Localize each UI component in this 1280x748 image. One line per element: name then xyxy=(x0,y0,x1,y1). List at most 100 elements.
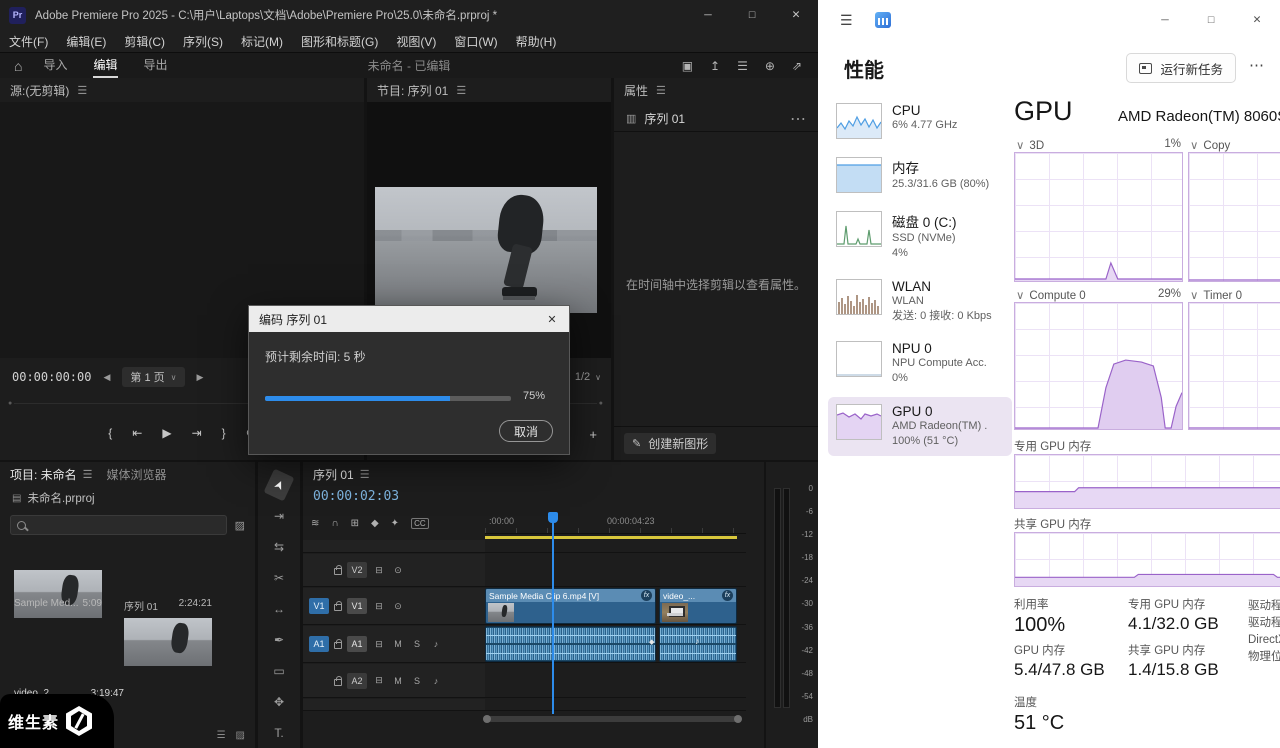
panel-menu-icon[interactable]: ☰ xyxy=(83,468,93,481)
sidebar-item-cpu[interactable]: CPU6% 4.77 GHz xyxy=(828,96,1012,146)
menu-graphics[interactable]: 图形和标题(G) xyxy=(292,33,387,50)
timeline-horizontal-scrollbar[interactable] xyxy=(485,716,740,722)
project-item-label[interactable]: 序列 01 2:24:21 xyxy=(124,598,212,613)
track-a1-content[interactable]: ◆ ♪ xyxy=(485,626,746,663)
playhead[interactable] xyxy=(552,512,554,714)
hamburger-icon[interactable]: ☰ xyxy=(840,12,853,29)
workspaces-icon[interactable]: ▣ xyxy=(682,59,693,73)
project-item-thumbnail[interactable] xyxy=(14,570,102,618)
quick-export-icon[interactable]: ⊕ xyxy=(765,59,775,73)
properties-panel-title[interactable]: 属性 xyxy=(624,82,648,99)
timeline-ruler[interactable]: :00:00 00:00:04:23 xyxy=(485,512,746,534)
minimize-icon[interactable]: ─ xyxy=(686,0,730,30)
panel-menu-icon[interactable]: ☰ xyxy=(77,84,87,97)
sync-lock-icon[interactable]: ⊟ xyxy=(372,599,386,613)
lock-icon[interactable] xyxy=(334,679,342,686)
timeline-tab[interactable]: 序列 01 xyxy=(313,466,354,483)
step-back-icon[interactable]: ⇤ xyxy=(132,426,142,440)
pen-tool[interactable]: ✒ xyxy=(266,629,292,651)
panel-menu-icon[interactable]: ☰ xyxy=(656,84,666,97)
timeline-clip-video-1[interactable]: Sample Media Clip 6.mp4 [V] fx xyxy=(485,588,656,624)
menu-file[interactable]: 文件(F) xyxy=(0,33,57,50)
tab-edit[interactable]: 编辑 xyxy=(93,53,117,78)
track-a2-label[interactable]: A2 xyxy=(347,673,367,689)
source-patch-a1[interactable]: A1 xyxy=(309,636,329,652)
menu-view[interactable]: 视图(V) xyxy=(387,33,445,50)
next-page-icon[interactable]: ▶ xyxy=(197,372,204,383)
project-item-label[interactable]: Sample Med... 5:09 xyxy=(14,598,102,609)
stack-icon[interactable]: ☰ xyxy=(737,59,748,73)
share-icon[interactable]: ↥ xyxy=(710,59,720,73)
home-icon[interactable]: ⌂ xyxy=(14,58,22,74)
more-icon[interactable]: ⋯ xyxy=(1249,56,1264,74)
menu-edit[interactable]: 编辑(E) xyxy=(57,33,115,50)
sidebar-item-memory[interactable]: 内存25.3/31.6 GB (80%) xyxy=(828,150,1012,200)
source-patch-v1[interactable]: V1 xyxy=(309,598,329,614)
lock-icon[interactable] xyxy=(334,642,342,649)
maximize-icon[interactable]: □ xyxy=(1188,0,1234,40)
sync-lock-icon[interactable]: ⊟ xyxy=(372,637,386,651)
tab-export[interactable]: 导出 xyxy=(144,53,168,78)
sequence-settings-icon[interactable]: ≋ xyxy=(311,518,319,529)
minimize-icon[interactable]: ─ xyxy=(1142,0,1188,40)
eye-icon[interactable]: ⊙ xyxy=(391,563,405,577)
menu-markers[interactable]: 标记(M) xyxy=(232,33,292,50)
track-v2-label[interactable]: V2 xyxy=(347,562,367,578)
chevron-down-icon[interactable]: ∨ xyxy=(1016,140,1024,152)
timeline-clip-video-2[interactable]: video_... fx xyxy=(659,588,737,624)
track-a2-content[interactable] xyxy=(485,664,746,698)
mute-button[interactable]: M xyxy=(391,637,405,651)
linked-selection-icon[interactable]: ⊞ xyxy=(351,518,359,529)
sync-lock-icon[interactable]: ⊟ xyxy=(372,674,386,688)
project-file-row[interactable]: ▤ 未命名.prproj xyxy=(0,488,255,508)
fullscreen-icon[interactable]: ⇗ xyxy=(792,59,802,73)
timeline-settings-icon[interactable]: ✦ xyxy=(391,518,399,529)
marker-icon[interactable]: ◆ xyxy=(371,518,379,529)
type-tool[interactable]: T. xyxy=(266,722,292,744)
solo-button[interactable]: S xyxy=(410,637,424,651)
audio-transition-icon[interactable]: ◆ xyxy=(649,638,654,646)
playhead-handle[interactable] xyxy=(548,512,558,523)
dialog-close-icon[interactable]: ✕ xyxy=(535,306,569,332)
maximize-icon[interactable]: □ xyxy=(730,0,774,30)
mic-icon[interactable]: ♪ xyxy=(429,674,443,688)
mark-in-icon[interactable]: { xyxy=(108,426,112,440)
sort-icon[interactable]: ☰ xyxy=(217,730,226,741)
solo-button[interactable]: S xyxy=(410,674,424,688)
timeline-timecode[interactable]: 00:00:02:03 xyxy=(313,489,399,504)
selection-tool[interactable]: ➤ xyxy=(264,469,295,502)
captions-icon[interactable]: CC xyxy=(411,518,429,529)
fx-badge[interactable]: fx xyxy=(722,590,733,601)
mute-button[interactable]: M xyxy=(391,674,405,688)
playback-resolution[interactable]: 1/2 xyxy=(575,371,590,383)
slip-tool[interactable]: ↔ xyxy=(266,598,292,620)
track-v1-label[interactable]: V1 xyxy=(347,598,367,614)
menu-help[interactable]: 帮助(H) xyxy=(507,33,566,50)
menu-window[interactable]: 窗口(W) xyxy=(445,33,506,50)
source-timecode[interactable]: 00:00:00:00 xyxy=(12,370,91,384)
fx-badge[interactable]: fx xyxy=(641,590,652,601)
sidebar-item-gpu[interactable]: GPU 0AMD Radeon(TM) .100% (51 °C) xyxy=(828,397,1012,456)
prev-page-icon[interactable]: ◀ xyxy=(103,372,110,383)
mark-out-icon[interactable]: } xyxy=(222,426,226,440)
lock-icon[interactable] xyxy=(334,568,342,575)
tab-project[interactable]: 项目: 未命名 xyxy=(10,466,77,483)
work-area-bar[interactable] xyxy=(485,536,737,539)
chevron-down-icon[interactable]: ∨ xyxy=(1190,290,1198,302)
hand-tool[interactable]: ✥ xyxy=(266,691,292,713)
track-select-tool[interactable]: ⇥ xyxy=(266,505,292,527)
run-new-task-button[interactable]: 运行新任务 xyxy=(1126,53,1236,83)
sidebar-item-disk[interactable]: 磁盘 0 (C:)SSD (NVMe)4% xyxy=(828,204,1012,268)
project-item-thumbnail[interactable] xyxy=(124,618,212,666)
menu-clip[interactable]: 剪辑(C) xyxy=(115,33,174,50)
close-icon[interactable]: ✕ xyxy=(774,0,818,30)
chevron-down-icon[interactable]: ∨ xyxy=(1190,140,1198,152)
properties-item-row[interactable]: ▥ 序列 01 ⋯ xyxy=(614,106,818,132)
track-v2-content[interactable] xyxy=(485,554,746,587)
tab-media-browser[interactable]: 媒体浏览器 xyxy=(107,466,167,483)
eye-icon[interactable]: ⊙ xyxy=(391,599,405,613)
button-editor-plus-icon[interactable]: + xyxy=(589,427,597,442)
dialog-titlebar[interactable]: 编码 序列 01 ✕ xyxy=(249,306,569,332)
track-a1-label[interactable]: A1 xyxy=(347,636,367,652)
snap-icon[interactable]: ∩ xyxy=(331,518,338,529)
